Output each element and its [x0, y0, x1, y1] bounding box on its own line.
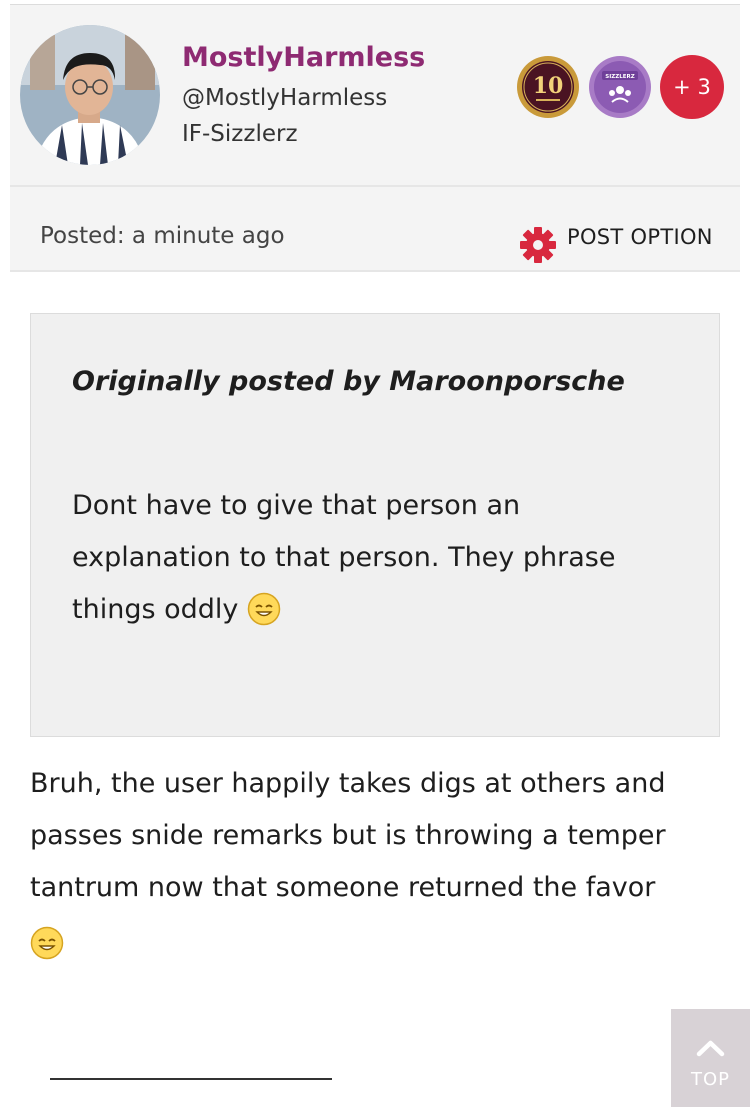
10-year-badge-icon[interactable]: 10: [516, 55, 580, 119]
quote-header: Originally posted by Maroonporsche: [72, 366, 625, 397]
chevron-up-icon: [696, 1040, 725, 1057]
more-badges-button[interactable]: + 3: [660, 55, 724, 119]
smile-emoji-icon: [247, 592, 281, 626]
post-body-text: Bruh, the user happily takes digs at oth…: [30, 768, 666, 903]
author-username[interactable]: MostlyHarmless: [182, 40, 425, 76]
author-handle: @MostlyHarmless: [182, 85, 388, 111]
svg-text:SIZZLERZ: SIZZLERZ: [605, 74, 634, 80]
gear-icon[interactable]: [519, 226, 557, 264]
scroll-top-label: TOP: [690, 1069, 731, 1090]
sizzlerz-badge-icon[interactable]: SIZZLERZ: [588, 55, 652, 119]
author-club[interactable]: IF-Sizzlerz: [182, 118, 298, 150]
avatar[interactable]: [20, 25, 160, 165]
posted-timestamp: Posted: a minute ago: [40, 223, 285, 249]
svg-text:10: 10: [533, 73, 564, 99]
signature-divider: [50, 1078, 332, 1080]
meta-divider: [10, 270, 740, 272]
quote-text-content: Dont have to give that person an explana…: [72, 490, 616, 625]
smile-emoji-icon: [30, 926, 64, 960]
quote-text: Dont have to give that person an explana…: [72, 480, 652, 636]
scroll-top-button[interactable]: TOP: [671, 1009, 750, 1107]
post-option-button[interactable]: POST OPTION: [567, 222, 713, 252]
